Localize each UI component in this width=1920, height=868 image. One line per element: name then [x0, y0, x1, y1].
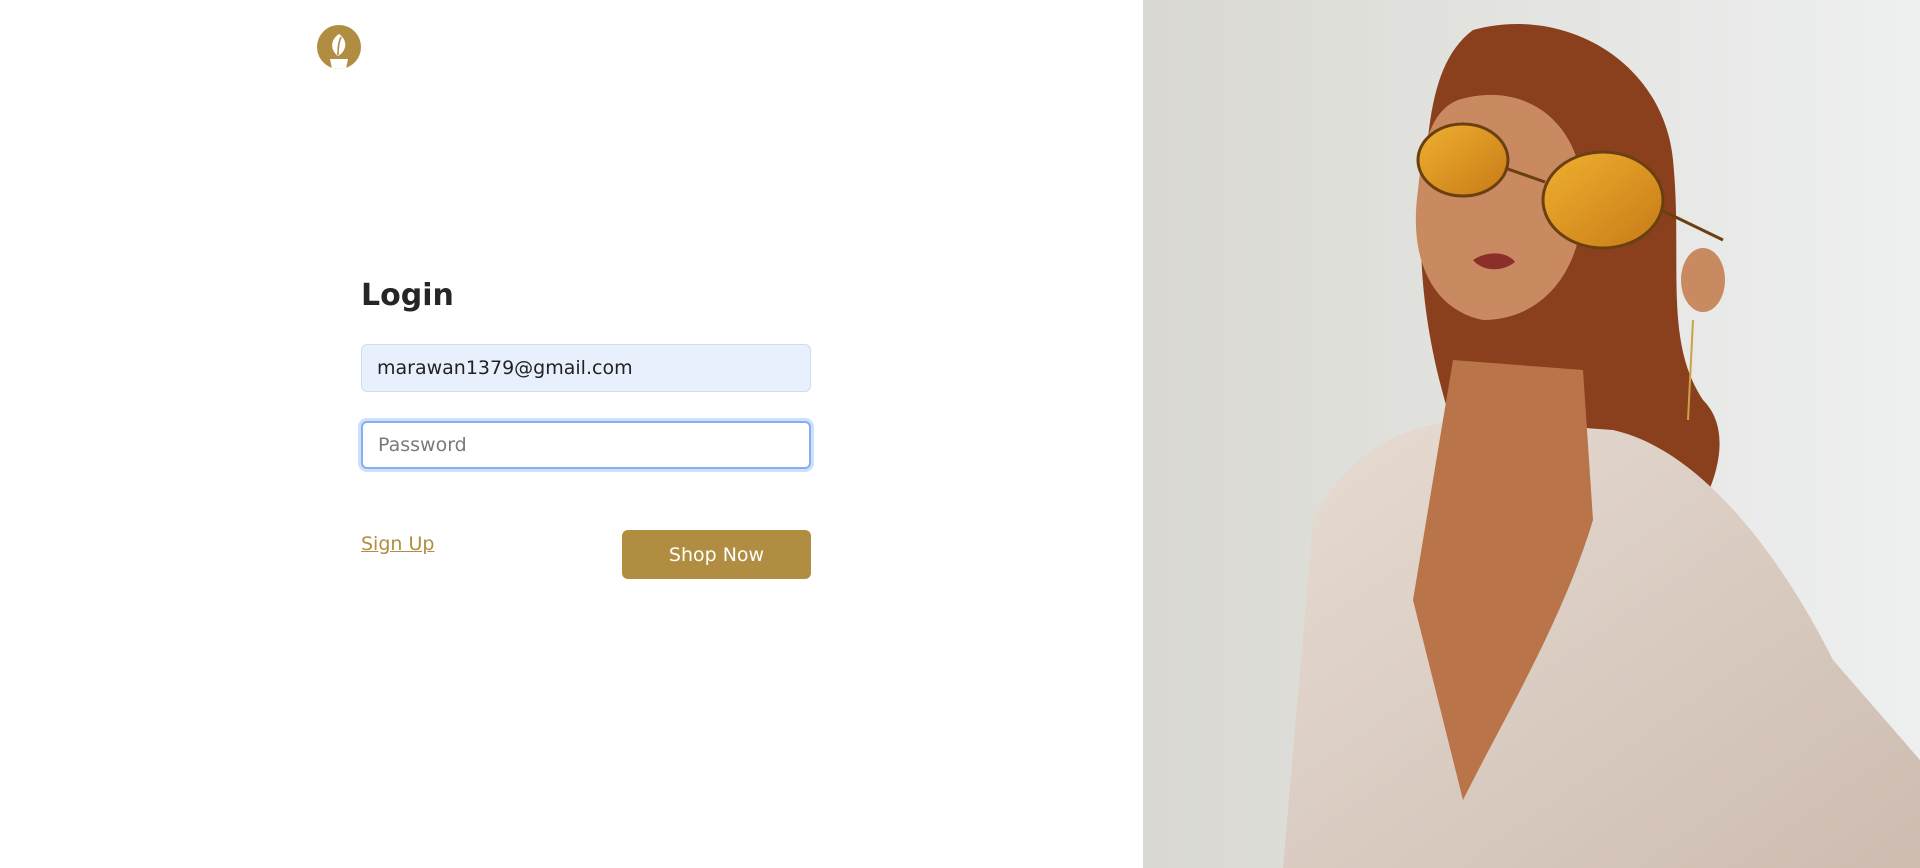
shop-now-button[interactable]: Shop Now	[622, 530, 811, 579]
login-panel: Login Sign Up Shop Now	[0, 0, 1141, 868]
hero-image	[1143, 0, 1920, 868]
sign-up-link[interactable]: Sign Up	[361, 533, 434, 555]
brand-logo[interactable]	[317, 25, 361, 69]
leaf-icon	[330, 34, 348, 69]
password-field[interactable]	[361, 421, 811, 469]
email-field[interactable]	[361, 344, 811, 392]
login-title: Login	[361, 278, 454, 313]
login-page: Login Sign Up Shop Now	[0, 0, 1920, 868]
